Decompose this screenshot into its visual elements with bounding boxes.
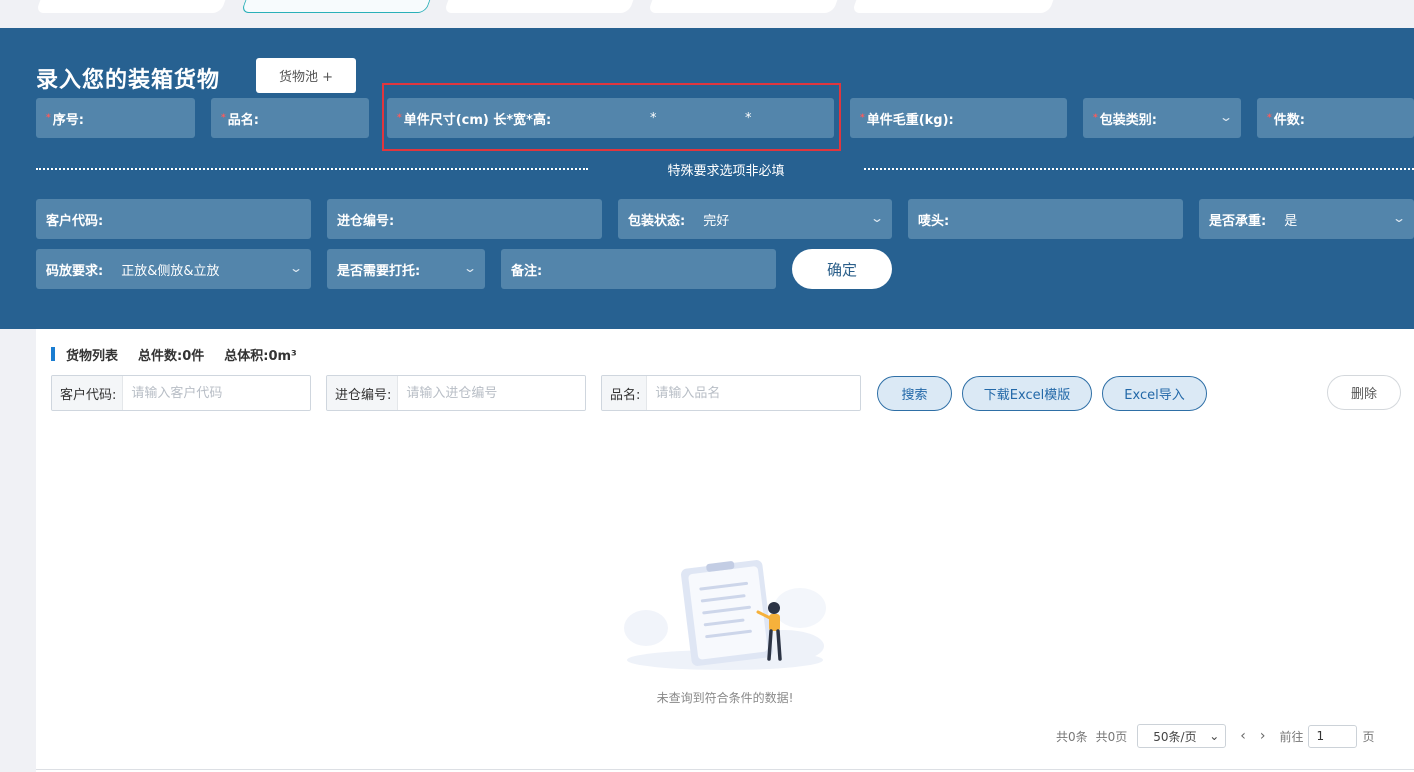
tab-1[interactable] xyxy=(35,0,226,13)
empty-clipboard-illustration xyxy=(624,560,826,670)
cargo-pool-button[interactable]: 货物池 + xyxy=(256,58,356,93)
search-button[interactable]: 搜索 xyxy=(877,376,952,411)
optional-divider-text: 特殊要求选项非必填 xyxy=(667,164,785,179)
load-bearing-select[interactable]: 是否承重: 是 ⌄ xyxy=(1199,199,1414,239)
chevron-down-icon: ⌄ xyxy=(1209,729,1220,743)
required-mark: * xyxy=(46,113,51,123)
tab-strip xyxy=(0,0,1414,28)
mark-label: 唛头: xyxy=(918,213,950,229)
pallet-select[interactable]: 是否需要打托: ⌄ xyxy=(327,249,485,289)
tab-3[interactable] xyxy=(443,0,634,13)
accent-bar xyxy=(51,347,55,361)
pieces-field[interactable]: * 件数: xyxy=(1257,98,1414,138)
inbound-no-label: 进仓编号: xyxy=(337,213,395,229)
cargo-entry-panel: 录入您的装箱货物 货物池 + * 序号: * 品名: * 单件尺寸(cm) 长*… xyxy=(0,28,1414,329)
package-type-label: 包装类别: xyxy=(1099,112,1157,128)
customer-code-search-label: 客户代码: xyxy=(52,376,124,410)
pagination: 共0条 共0页 50条/页 ⌄ ‹ › 前往 1 页 xyxy=(1056,724,1375,748)
unit-weight-label: 单件毛重(kg): xyxy=(866,112,954,128)
product-name-input[interactable] xyxy=(647,376,860,410)
product-name-label: 品名: xyxy=(227,112,259,128)
import-excel-button[interactable]: Excel导入 xyxy=(1102,376,1207,411)
delete-button[interactable]: 删除 xyxy=(1327,375,1401,410)
chevron-right-icon[interactable]: › xyxy=(1260,728,1266,744)
inbound-no-field[interactable]: 进仓编号: xyxy=(327,199,602,239)
chevron-left-icon[interactable]: ‹ xyxy=(1240,728,1246,744)
stacking-value: 正放&侧放&立放 xyxy=(121,263,220,279)
divider-right xyxy=(864,168,1414,170)
remark-label: 备注: xyxy=(511,263,543,279)
remark-field[interactable]: 备注: xyxy=(501,249,776,289)
page-size-value: 50条/页 xyxy=(1153,729,1197,744)
seq-no-field[interactable]: * 序号: xyxy=(36,98,195,138)
product-name-field[interactable]: * 品名: xyxy=(211,98,369,138)
customer-code-input[interactable] xyxy=(123,376,310,410)
pallet-label: 是否需要打托: xyxy=(337,263,421,279)
total-volume: 总体积:0m³ xyxy=(224,348,297,364)
required-mark: * xyxy=(860,113,865,123)
divider-left xyxy=(36,168,588,170)
product-name-search: 品名: xyxy=(601,375,861,411)
pieces-label: 件数: xyxy=(1273,112,1305,128)
chevron-down-icon: ⌄ xyxy=(869,211,885,225)
required-mark: * xyxy=(397,113,402,123)
unit-size-label: 单件尺寸(cm) 长*宽*高: xyxy=(403,112,552,128)
page-input[interactable]: 1 xyxy=(1307,724,1357,748)
package-status-value: 完好 xyxy=(703,213,730,229)
unit-size-field[interactable]: * 单件尺寸(cm) 长*宽*高: * * xyxy=(387,98,834,138)
list-header: 货物列表 总件数:0件 总体积:0m³ xyxy=(51,346,317,364)
unit-weight-field[interactable]: * 单件毛重(kg): xyxy=(850,98,1067,138)
load-bearing-value: 是 xyxy=(1284,213,1298,229)
required-mark: * xyxy=(1267,113,1272,123)
cargo-list-panel: 货物列表 总件数:0件 总体积:0m³ 客户代码: 进仓编号: 品名: 搜索 下… xyxy=(36,329,1414,772)
page-unit: 页 xyxy=(1362,729,1375,744)
package-status-label: 包装状态: xyxy=(628,213,686,229)
total-items: 共0条 xyxy=(1056,729,1088,744)
load-bearing-label: 是否承重: xyxy=(1209,213,1267,229)
size-separator: * xyxy=(650,111,657,126)
chevron-down-icon: ⌄ xyxy=(288,261,304,275)
stacking-label: 码放要求: xyxy=(46,263,104,279)
required-mark: * xyxy=(1093,113,1098,123)
inbound-no-input[interactable] xyxy=(398,376,585,410)
stacking-select[interactable]: 码放要求: 正放&侧放&立放 ⌄ xyxy=(36,249,311,289)
empty-state-text: 未查询到符合条件的数据! xyxy=(656,691,794,705)
list-title: 货物列表 xyxy=(66,348,119,364)
confirm-button[interactable]: 确定 xyxy=(792,249,892,289)
customer-code-field[interactable]: 客户代码: xyxy=(36,199,311,239)
tab-5[interactable] xyxy=(851,0,1054,13)
chevron-down-icon: ⌄ xyxy=(462,261,478,275)
seq-no-label: 序号: xyxy=(52,112,84,128)
chevron-down-icon: ⌄ xyxy=(1391,211,1407,225)
total-pieces: 总件数:0件 xyxy=(138,348,205,364)
package-status-select[interactable]: 包装状态: 完好 ⌄ xyxy=(618,199,892,239)
page-size-select[interactable]: 50条/页 ⌄ xyxy=(1137,724,1227,748)
download-template-button[interactable]: 下载Excel模版 xyxy=(962,376,1092,411)
inbound-no-search: 进仓编号: xyxy=(326,375,586,411)
bottom-divider xyxy=(36,769,1414,770)
required-mark: * xyxy=(221,113,226,123)
total-pages: 共0页 xyxy=(1095,729,1128,744)
chevron-down-icon: ⌄ xyxy=(1218,110,1234,124)
customer-code-label: 客户代码: xyxy=(46,213,104,229)
size-separator: * xyxy=(745,111,752,126)
customer-code-search: 客户代码: xyxy=(51,375,311,411)
product-name-search-label: 品名: xyxy=(602,376,648,410)
tab-4[interactable] xyxy=(647,0,838,13)
inbound-no-search-label: 进仓编号: xyxy=(327,376,399,410)
mark-field[interactable]: 唛头: xyxy=(908,199,1183,239)
package-type-select[interactable]: * 包装类别: ⌄ xyxy=(1083,98,1241,138)
tab-2-active[interactable] xyxy=(240,0,431,13)
form-title: 录入您的装箱货物 xyxy=(36,68,221,93)
goto-label: 前往 xyxy=(1279,729,1304,744)
